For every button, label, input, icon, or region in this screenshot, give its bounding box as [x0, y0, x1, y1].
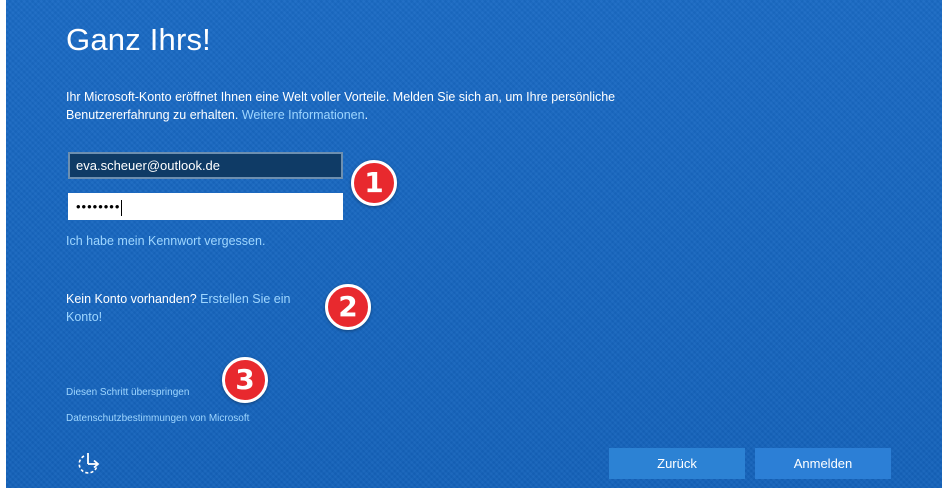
more-info-link[interactable]: Weitere Informationen: [242, 108, 365, 122]
no-account-text: Kein Konto vorhanden? Erstellen Sie ein …: [66, 290, 316, 326]
intro-text: Ihr Microsoft-Konto eröffnet Ihnen eine …: [66, 88, 706, 124]
page-title: Ganz Ihrs!: [66, 22, 211, 57]
back-button[interactable]: Zurück: [609, 448, 745, 479]
no-account-label: Kein Konto vorhanden?: [66, 292, 201, 306]
skip-step-link[interactable]: Diesen Schritt überspringen: [66, 387, 189, 398]
annotation-badge-3: 3: [222, 357, 268, 403]
annotation-badge-2: 2: [325, 284, 371, 330]
ease-of-access-icon[interactable]: [74, 449, 102, 477]
password-field[interactable]: ••••••••: [68, 193, 343, 220]
text-caret: [121, 199, 123, 216]
annotation-badge-1: 1: [351, 160, 397, 206]
intro-suffix: .: [364, 108, 369, 122]
email-value: eva.scheuer@outlook.de: [76, 158, 221, 173]
email-field[interactable]: eva.scheuer@outlook.de: [68, 152, 343, 179]
sign-in-button[interactable]: Anmelden: [755, 448, 891, 479]
privacy-link[interactable]: Datenschutzbestimmungen von Microsoft: [66, 413, 249, 424]
password-value: ••••••••: [76, 199, 121, 214]
forgot-password-link[interactable]: Ich habe mein Kennwort vergessen.: [66, 234, 265, 248]
setup-screen: Ganz Ihrs! Ihr Microsoft-Konto eröffnet …: [6, 0, 942, 488]
